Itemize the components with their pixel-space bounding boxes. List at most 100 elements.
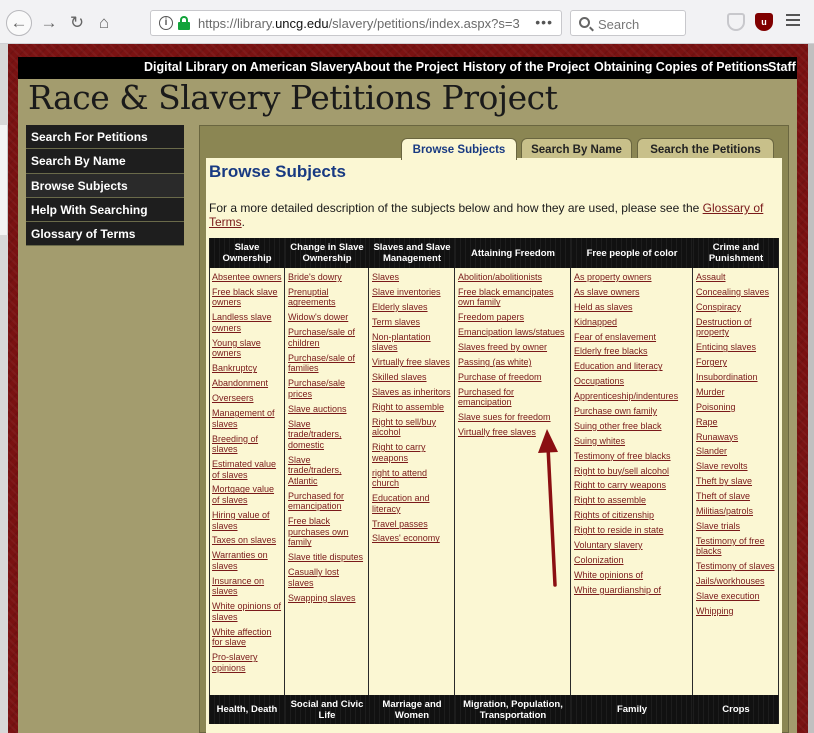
subject-link[interactable]: Theft by slave xyxy=(693,476,778,487)
subject-link[interactable]: Slaves xyxy=(369,272,454,283)
subject-link[interactable]: Free black emancipates own family xyxy=(455,287,570,308)
subject-link[interactable]: White guardianship of xyxy=(571,585,692,596)
subject-link[interactable]: Casually lost slaves xyxy=(285,567,368,588)
shield-extension-icon[interactable] xyxy=(727,13,745,31)
subject-link[interactable]: Right to assemble xyxy=(571,495,692,506)
subject-link[interactable]: Purchase own family xyxy=(571,406,692,417)
subject-link[interactable]: Suing whites xyxy=(571,436,692,447)
subject-link[interactable]: Absentee owners xyxy=(209,272,284,283)
tab-search-by-name[interactable]: Search By Name xyxy=(521,138,632,160)
sidebar-item-help[interactable]: Help With Searching xyxy=(26,197,184,223)
subject-link[interactable]: Swapping slaves xyxy=(285,593,368,604)
tab-search-petitions[interactable]: Search the Petitions xyxy=(637,138,774,160)
subject-link[interactable]: Term slaves xyxy=(369,317,454,328)
subject-link[interactable]: Young slave owners xyxy=(209,338,284,359)
subject-link[interactable]: Bride's dowry xyxy=(285,272,368,283)
sidebar-item-glossary[interactable]: Glossary of Terms xyxy=(26,222,184,247)
subject-link[interactable]: Virtually free slaves xyxy=(369,357,454,368)
subject-link[interactable]: Free black slave owners xyxy=(209,287,284,308)
subject-link[interactable]: Concealing slaves xyxy=(693,287,778,298)
subject-link[interactable]: Runaways xyxy=(693,432,778,443)
subject-link[interactable]: Whipping xyxy=(693,606,778,617)
subject-link[interactable]: Slave revolts xyxy=(693,461,778,472)
reload-icon[interactable]: ↻ xyxy=(66,12,88,34)
subject-link[interactable]: Slander xyxy=(693,446,778,457)
subject-link[interactable]: Occupations xyxy=(571,376,692,387)
home-icon[interactable]: ⌂ xyxy=(93,12,115,34)
ublock-extension-icon[interactable]: u xyxy=(755,13,773,31)
tab-browse-subjects[interactable]: Browse Subjects xyxy=(401,138,517,160)
subject-link[interactable]: Hiring value of slaves xyxy=(209,510,284,531)
subject-link[interactable]: Slave auctions xyxy=(285,404,368,415)
subject-link[interactable]: Non-plantation slaves xyxy=(369,332,454,353)
subject-link[interactable]: Destruction of property xyxy=(693,317,778,338)
subject-link[interactable]: As slave owners xyxy=(571,287,692,298)
subject-link[interactable]: Rape xyxy=(693,417,778,428)
subject-link[interactable]: Right to buy/sell alcohol xyxy=(571,466,692,477)
subject-link[interactable]: Colonization xyxy=(571,555,692,566)
subject-link[interactable]: Voluntary slavery xyxy=(571,540,692,551)
subject-link[interactable]: Warranties on slaves xyxy=(209,550,284,571)
subject-link[interactable]: Testimony of free blacks xyxy=(571,451,692,462)
subject-link[interactable]: Right to sell/buy alcohol xyxy=(369,417,454,438)
subject-link[interactable]: Apprenticeship/indentures xyxy=(571,391,692,402)
subject-link[interactable]: Elderly slaves xyxy=(369,302,454,313)
subject-link[interactable]: Right to carry weapons xyxy=(369,442,454,463)
subject-link[interactable]: Kidnapped xyxy=(571,317,692,328)
subject-link[interactable]: Overseers xyxy=(209,393,284,404)
hamburger-menu-icon[interactable] xyxy=(786,14,800,26)
subject-link[interactable]: Slave trials xyxy=(693,521,778,532)
subject-link[interactable]: White affection for slave xyxy=(209,627,284,648)
subject-link[interactable]: Theft of slave xyxy=(693,491,778,502)
subject-link[interactable]: Abandonment xyxy=(209,378,284,389)
subject-link[interactable]: Slave title disputes xyxy=(285,552,368,563)
subject-link[interactable]: Slaves' economy xyxy=(369,533,454,544)
subject-link[interactable]: Held as slaves xyxy=(571,302,692,313)
subject-link[interactable]: Mortgage value of slaves xyxy=(209,484,284,505)
subject-link[interactable]: As property owners xyxy=(571,272,692,283)
subject-link[interactable]: Poisoning xyxy=(693,402,778,413)
subject-link[interactable]: Right to reside in state xyxy=(571,525,692,536)
subject-link[interactable]: Slave sues for freedom xyxy=(455,412,570,423)
subject-link[interactable]: Slave execution xyxy=(693,591,778,602)
site-title[interactable]: Race & Slavery Petitions Project xyxy=(28,78,558,117)
subject-link[interactable]: Militias/patrols xyxy=(693,506,778,517)
subject-link[interactable]: Slave trade/traders, domestic xyxy=(285,419,368,451)
subject-link[interactable]: White opinions of xyxy=(571,570,692,581)
subject-link[interactable]: Education and literacy xyxy=(369,493,454,514)
subject-link[interactable]: Breeding of slaves xyxy=(209,434,284,455)
subject-link[interactable]: Education and literacy xyxy=(571,361,692,372)
nav-digital-library[interactable]: Digital Library on American Slavery xyxy=(144,60,355,74)
subject-link[interactable]: Bankruptcy xyxy=(209,363,284,374)
subject-link[interactable]: Murder xyxy=(693,387,778,398)
nav-history[interactable]: History of the Project xyxy=(463,60,589,74)
browser-search-input[interactable]: Search xyxy=(570,10,686,36)
url-text[interactable]: https://library.uncg.edu/slavery/petitio… xyxy=(198,16,520,31)
subject-link[interactable]: Jails/workhouses xyxy=(693,576,778,587)
nav-staff[interactable]: Staff xyxy=(768,60,796,74)
subject-link[interactable]: Free black purchases own family xyxy=(285,516,368,548)
subject-link[interactable]: Passing (as white) xyxy=(455,357,570,368)
subject-link[interactable]: Forgery xyxy=(693,357,778,368)
sidebar-item-browse-subjects[interactable]: Browse Subjects xyxy=(26,173,184,198)
subject-link[interactable]: Enticing slaves xyxy=(693,342,778,353)
subject-link[interactable]: Slaves freed by owner xyxy=(455,342,570,353)
subject-link[interactable]: Purchase of freedom xyxy=(455,372,570,383)
subject-link[interactable]: Slave trade/traders, Atlantic xyxy=(285,455,368,487)
info-icon[interactable]: i xyxy=(159,16,173,30)
subject-link[interactable]: Assault xyxy=(693,272,778,283)
sidebar-item-search-by-name[interactable]: Search By Name xyxy=(26,149,184,174)
subject-link[interactable]: Slaves as inheritors xyxy=(369,387,454,398)
forward-arrow-icon[interactable]: → xyxy=(38,12,60,34)
subject-link[interactable]: Right to assemble xyxy=(369,402,454,413)
subject-link[interactable]: Elderly free blacks xyxy=(571,346,692,357)
subject-link[interactable]: Right to carry weapons xyxy=(571,480,692,491)
subject-link[interactable]: Management of slaves xyxy=(209,408,284,429)
subject-link[interactable]: Fear of enslavement xyxy=(571,332,692,343)
subject-link[interactable]: Estimated value of slaves xyxy=(209,459,284,480)
subject-link[interactable]: Prenuptial agreements xyxy=(285,287,368,308)
subject-link[interactable]: Testimony of slaves xyxy=(693,561,778,572)
subject-link[interactable]: Slave inventories xyxy=(369,287,454,298)
subject-link[interactable]: Purchased for emancipation xyxy=(285,491,368,512)
page-actions-icon[interactable]: ••• xyxy=(535,14,553,30)
